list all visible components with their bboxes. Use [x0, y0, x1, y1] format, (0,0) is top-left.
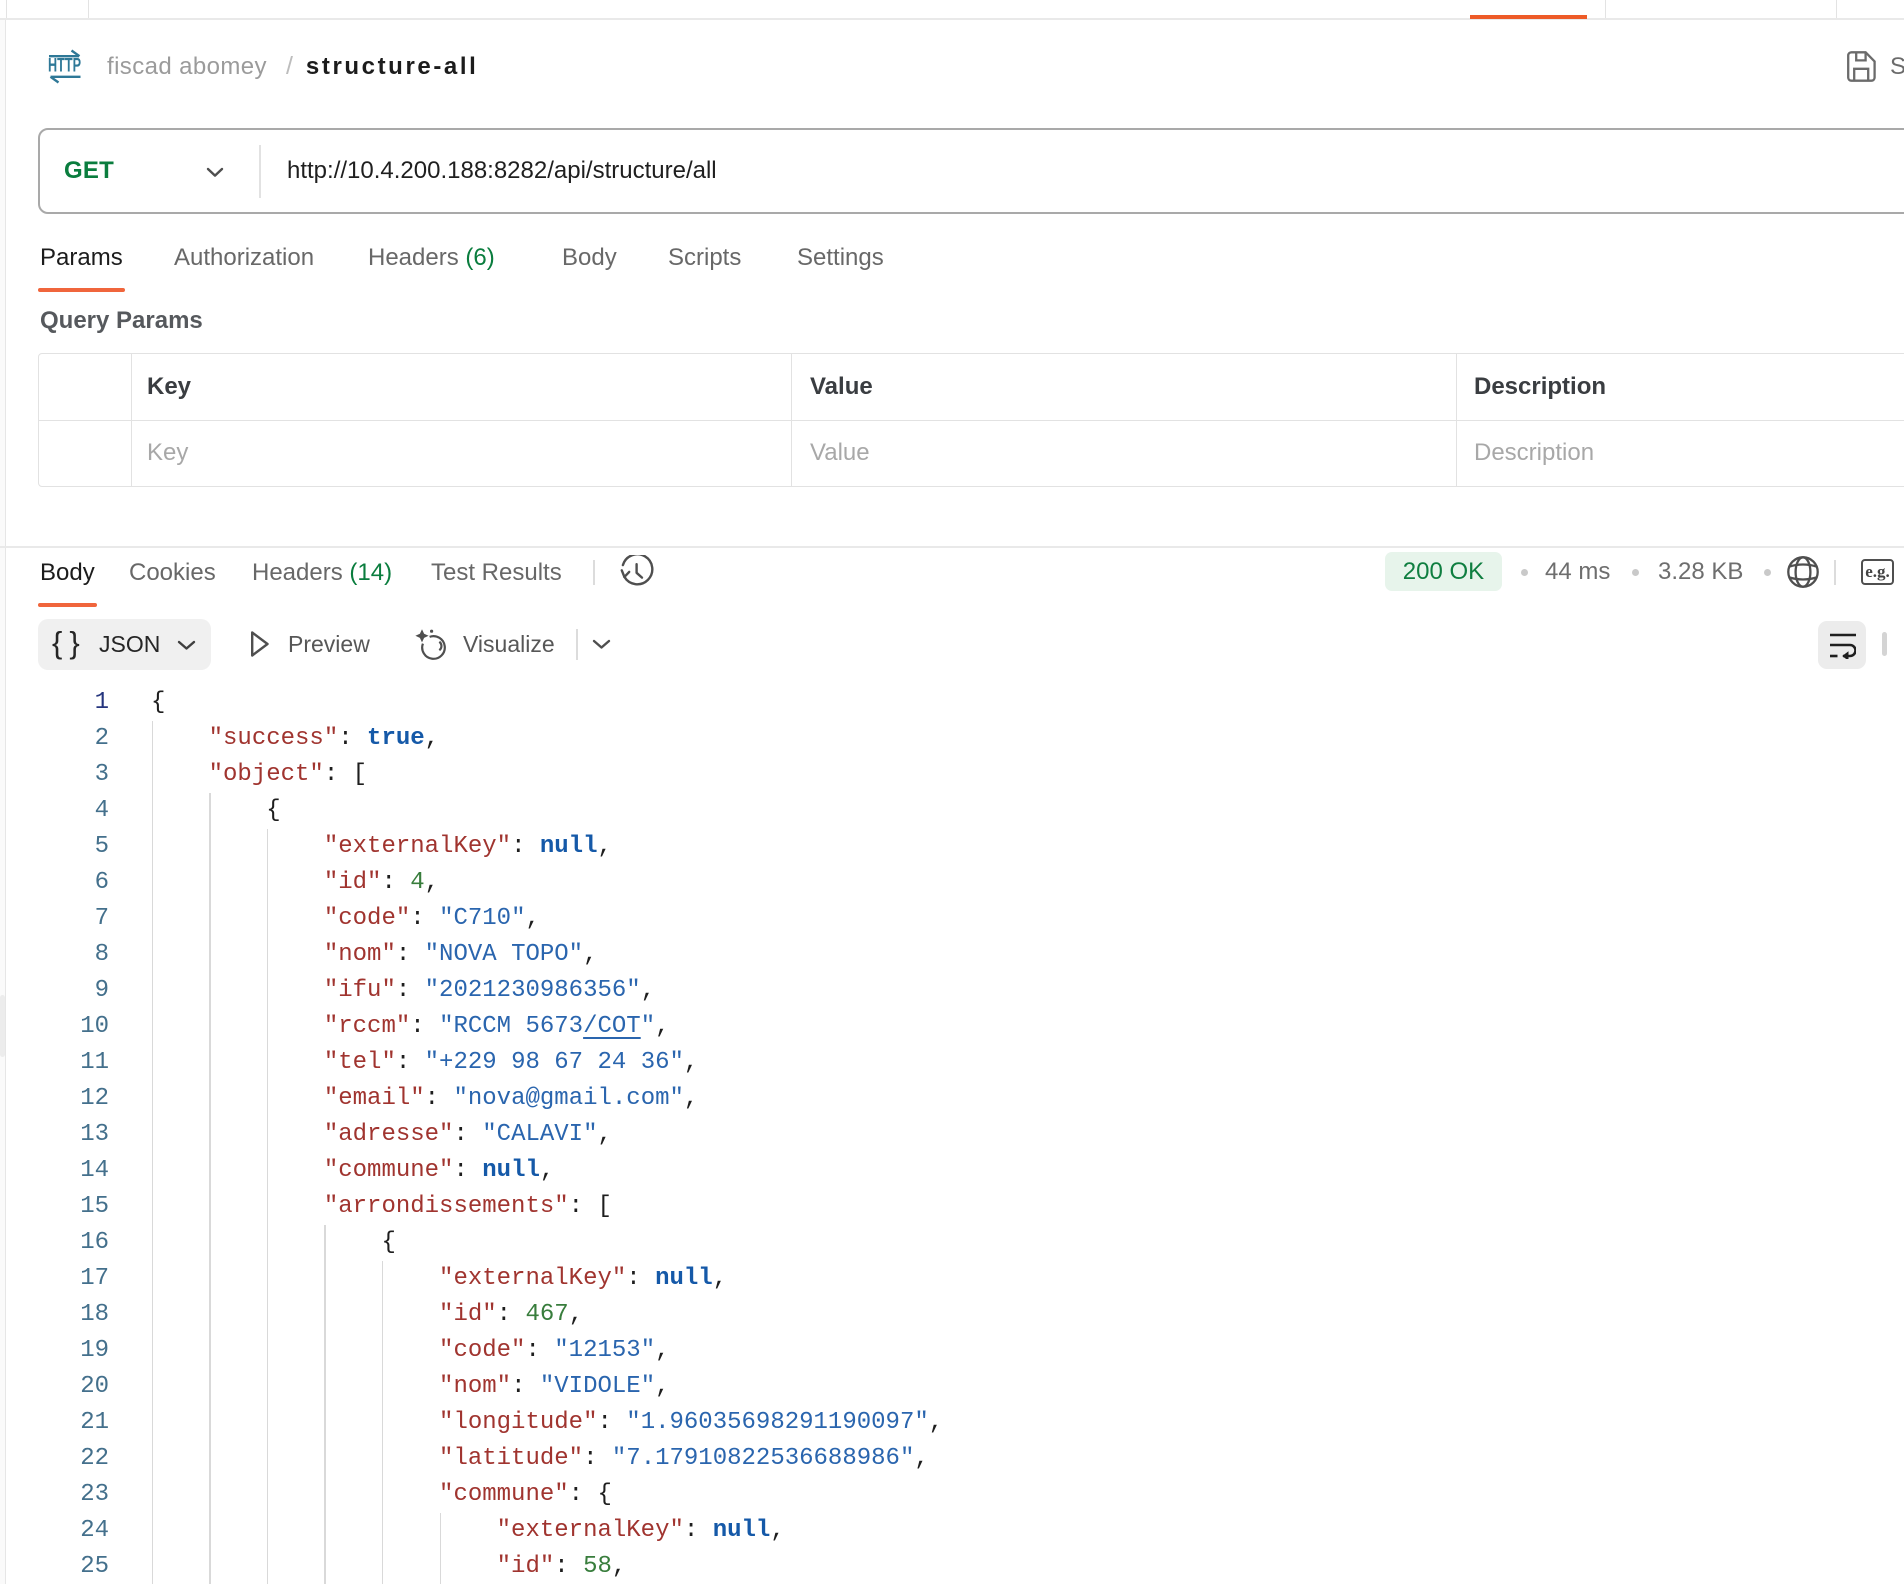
svg-text:HTTP: HTTP: [48, 56, 81, 77]
